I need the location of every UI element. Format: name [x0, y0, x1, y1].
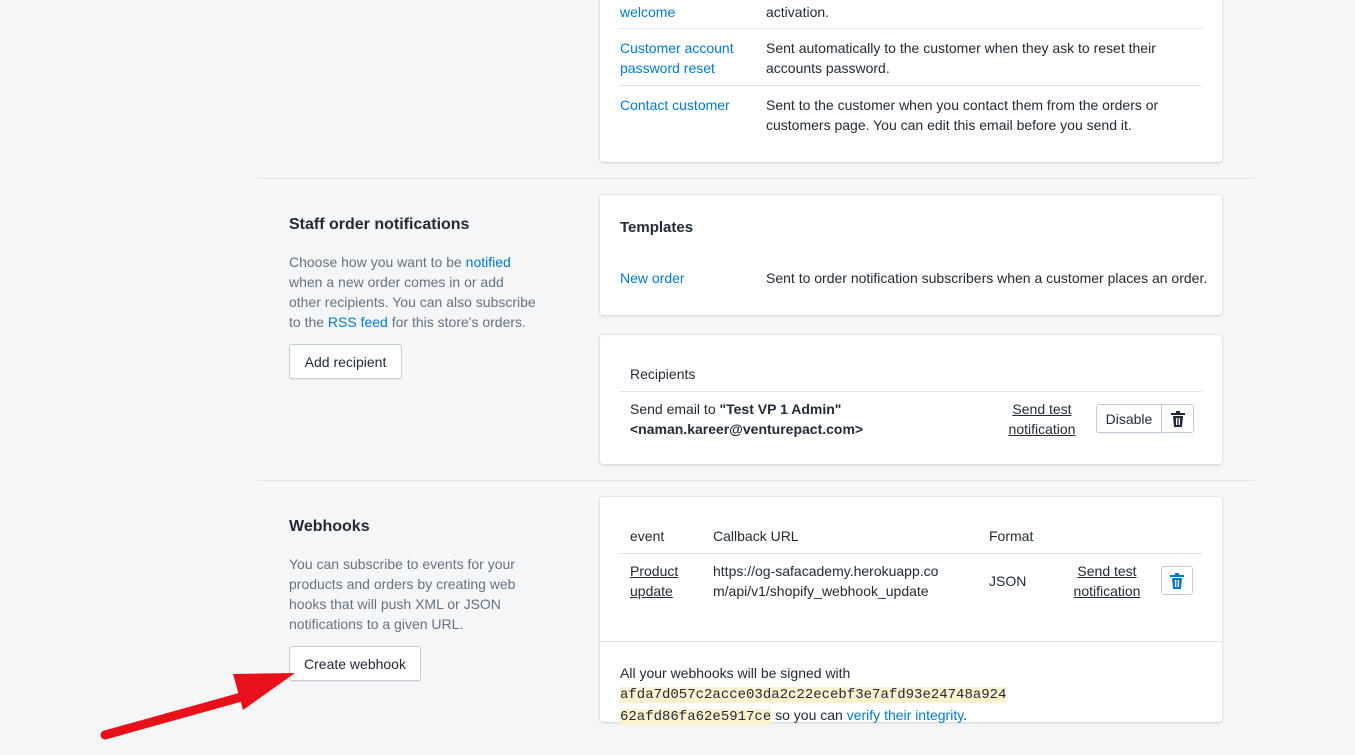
template-desc-contact-customer: Sent to the customer when you contact th… — [766, 97, 1159, 133]
template-link-password-reset[interactable]: Customer account password reset — [620, 38, 745, 78]
webhooks-card: event Callback URL Format Product update… — [600, 497, 1222, 725]
disable-button[interactable]: Disable — [1096, 404, 1162, 433]
signature-key: afda7d057c2acce03da2c22ecebf3e7afd93e247… — [620, 687, 1007, 703]
column-header-format: Format — [989, 528, 1034, 544]
staff-section-title: Staff order notifications — [289, 216, 470, 233]
templates-heading: Templates — [620, 219, 694, 236]
verify-integrity-link[interactable]: verify their integrity — [847, 707, 963, 723]
red-arrow-icon — [100, 673, 295, 740]
webhook-format: JSON — [989, 573, 1027, 589]
template-desc-password-reset: Sent automatically to the customer when … — [766, 40, 1156, 76]
row-divider — [620, 391, 1202, 392]
notified-link[interactable]: notified — [466, 254, 511, 270]
webhooks-section-title: Webhooks — [289, 518, 370, 535]
recipient-info: Send email to "Test VP 1 Admin" <naman.ka… — [630, 401, 864, 437]
webhooks-section-desc: You can subscribe to events for your pro… — [289, 556, 516, 632]
webhook-signature-text: All your webhooks will be signed with af… — [620, 665, 1007, 725]
card-section-divider — [600, 641, 1222, 642]
add-recipient-button[interactable]: Add recipient — [289, 344, 402, 379]
staff-section-desc: Choose how you want to be notified when … — [289, 254, 536, 330]
webhook-send-test-link[interactable]: Send test notification — [1067, 561, 1147, 601]
recipient-actions: Disable — [1096, 404, 1194, 433]
row-divider — [620, 553, 1202, 554]
section-divider — [258, 480, 1254, 481]
column-header-callback-url: Callback URL — [713, 528, 799, 544]
template-link-welcome[interactable]: welcome — [620, 2, 750, 22]
delete-recipient-button[interactable] — [1162, 404, 1194, 433]
row-divider — [620, 85, 1202, 86]
section-divider — [258, 178, 1254, 179]
recipients-heading: Recipients — [630, 366, 696, 382]
rss-feed-link[interactable]: RSS feed — [328, 314, 388, 330]
trash-icon — [1170, 410, 1185, 427]
staff-templates-card: Templates New order Sent to order notifi… — [600, 195, 1222, 315]
template-link-contact-customer[interactable]: Contact customer — [620, 95, 750, 115]
column-header-event: event — [630, 528, 665, 544]
row-divider — [620, 28, 1202, 29]
webhook-callback-url: https://og-safacademy.herokuapp.com/api/… — [713, 563, 939, 599]
recipients-card: Recipients Send email to "Test VP 1 Admi… — [600, 335, 1222, 464]
customer-templates-card: welcome activation. Customer account pas… — [600, 0, 1222, 162]
signature-key: 62afd86fa62e5917ce — [620, 709, 772, 725]
send-test-notification-link[interactable]: Send test notification — [1002, 399, 1082, 439]
webhook-event-link[interactable]: Product update — [630, 561, 690, 601]
trash-icon — [1170, 572, 1184, 589]
template-desc-welcome: activation. — [766, 4, 830, 20]
template-link-new-order[interactable]: New order — [620, 268, 750, 288]
template-desc-new-order: Sent to order notification subscribers w… — [766, 270, 1208, 286]
delete-webhook-button[interactable] — [1161, 566, 1193, 595]
